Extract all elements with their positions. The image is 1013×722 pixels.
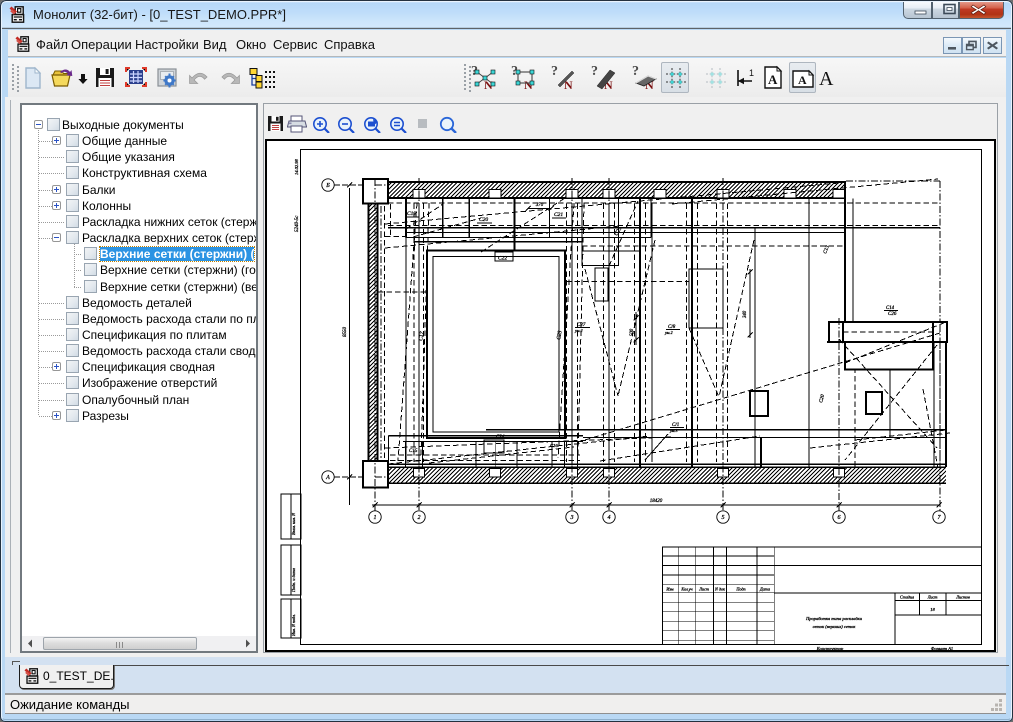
svg-text:?: ? xyxy=(632,64,639,79)
svg-text:Листов: Листов xyxy=(955,595,970,600)
svg-text:N док: N док xyxy=(714,587,725,592)
svg-text:14.02.98: 14.02.98 xyxy=(294,159,299,176)
svg-text:C20: C20 xyxy=(819,394,826,404)
svg-text:C21: C21 xyxy=(554,212,563,218)
svg-text:C26: C26 xyxy=(888,312,897,317)
svg-text:A: A xyxy=(798,73,807,87)
svg-text:Лист: Лист xyxy=(927,595,938,600)
svg-text:C24: C24 xyxy=(496,435,505,440)
svg-text:ум.3: ум.3 xyxy=(669,428,678,433)
svg-text:C12: C12 xyxy=(407,211,416,217)
svg-text:18420: 18420 xyxy=(650,499,663,504)
svg-text:A: A xyxy=(768,72,778,87)
svg-text:C22: C22 xyxy=(498,256,507,262)
svg-text:A: A xyxy=(819,68,834,90)
svg-text:5: 5 xyxy=(722,515,725,521)
svg-text:Формат А1: Формат А1 xyxy=(931,646,953,650)
svg-text:1: 1 xyxy=(749,68,754,78)
svg-text:7: 7 xyxy=(938,515,942,521)
svg-text:ум.2: ум.2 xyxy=(664,330,673,335)
svg-text:сеток (верхних) сеток: сеток (верхних) сеток xyxy=(813,624,857,629)
svg-text:Проработка типа раскладки: Проработка типа раскладки xyxy=(805,616,863,621)
svg-text:370: 370 xyxy=(536,203,544,208)
svg-text:Подп. и дата: Подп. и дата xyxy=(291,568,296,593)
svg-text:?: ? xyxy=(591,64,598,79)
svg-text:Дата: Дата xyxy=(759,587,770,592)
svg-text:C20: C20 xyxy=(479,217,488,223)
svg-text:Конструктор: Конструктор xyxy=(816,646,844,650)
svg-text:Стадия: Стадия xyxy=(900,595,914,600)
svg-text:?: ? xyxy=(551,64,558,79)
svg-text:А: А xyxy=(325,475,330,481)
svg-text:Лист: Лист xyxy=(698,587,709,592)
svg-text:Инв. N подл.: Инв. N подл. xyxy=(291,614,296,637)
svg-text:C15: C15 xyxy=(409,449,418,454)
svg-text:340: 340 xyxy=(743,310,748,318)
svg-text:6: 6 xyxy=(838,515,841,521)
svg-text:ум.2: ум.2 xyxy=(574,328,583,333)
svg-text:C16: C16 xyxy=(550,443,558,448)
svg-text:Взам. инв. N: Взам. инв. N xyxy=(291,513,296,535)
svg-text:1: 1 xyxy=(374,515,377,521)
svg-text:Изм: Изм xyxy=(665,587,674,592)
svg-text:2: 2 xyxy=(418,515,421,521)
svg-text:8550: 8550 xyxy=(343,327,348,338)
svg-text:18: 18 xyxy=(930,607,935,612)
svg-text:5240-5c: 5240-5c xyxy=(295,215,300,232)
svg-text:4: 4 xyxy=(608,514,611,521)
svg-text:Кол.уч: Кол.уч xyxy=(680,587,692,592)
svg-text:3: 3 xyxy=(570,515,574,521)
svg-text:Подп: Подп xyxy=(735,587,745,592)
svg-text:Б: Б xyxy=(325,183,330,189)
